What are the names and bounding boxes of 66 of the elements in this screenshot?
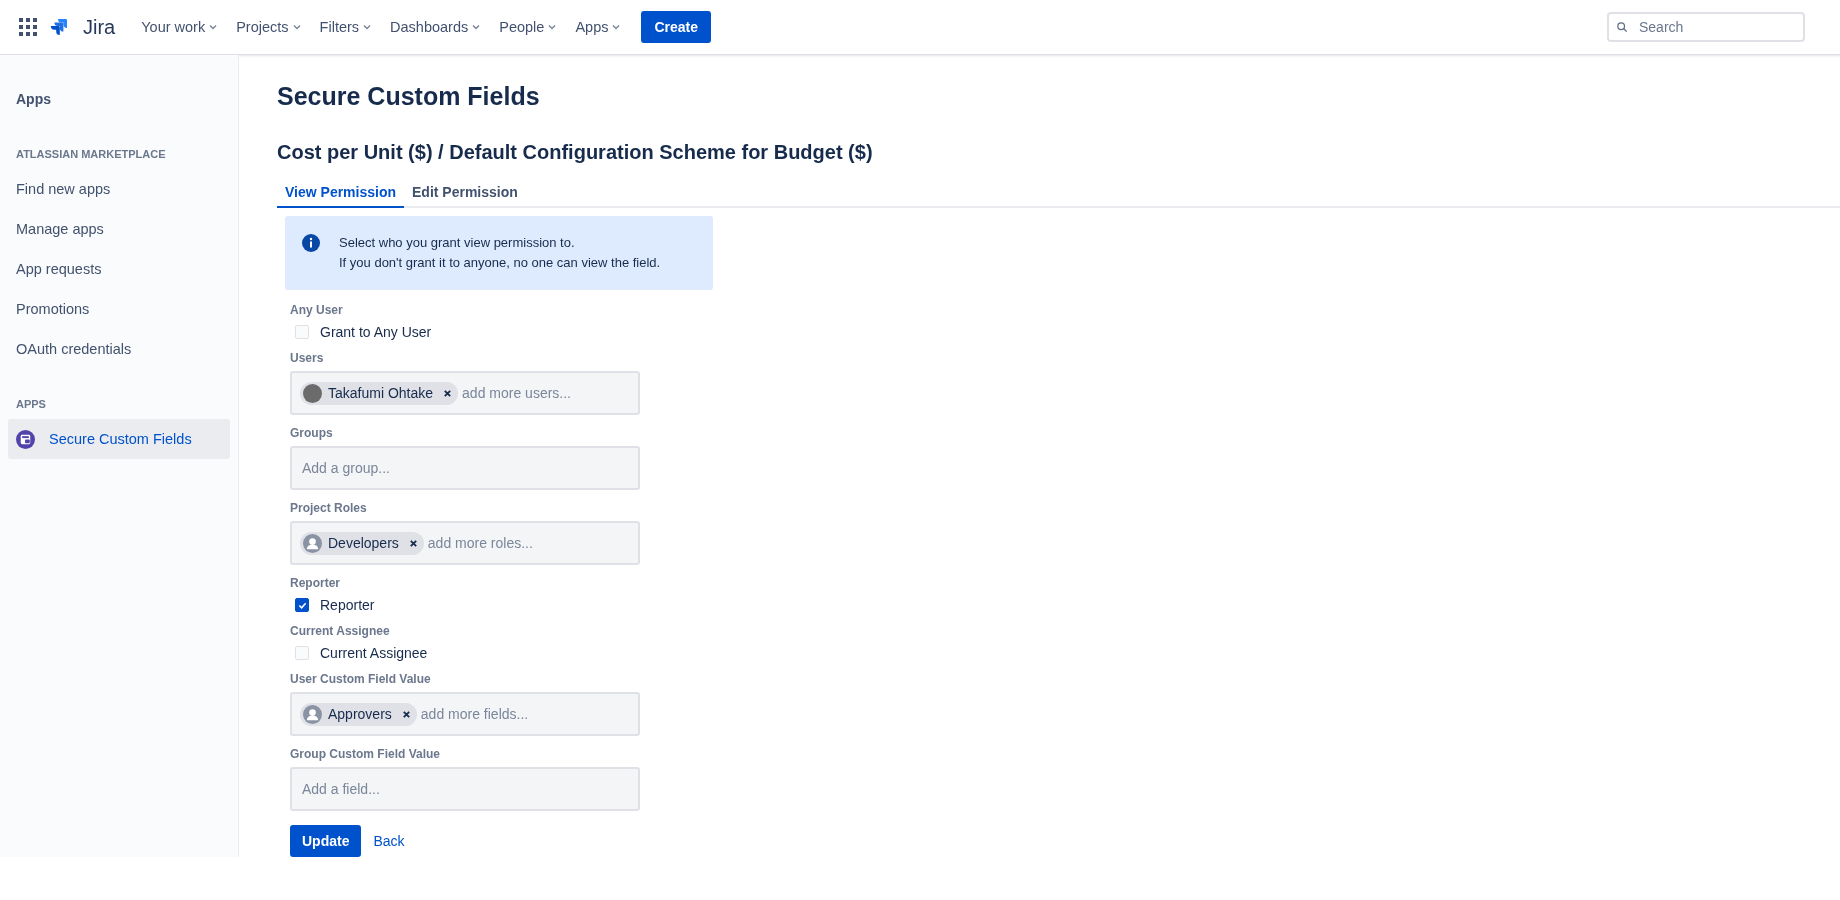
page-title: Secure Custom Fields (277, 82, 541, 111)
field-label: Current Assignee (290, 624, 390, 638)
jira-logo-icon (49, 18, 67, 36)
create-button[interactable]: Create (641, 11, 712, 43)
permission-tab[interactable]: View Permission (277, 177, 404, 208)
tag-text: Approvers (328, 706, 392, 722)
text-input[interactable]: add more users... (460, 384, 630, 402)
picker-field[interactable]: Add a group... (290, 446, 640, 490)
text-input[interactable]: Add a group... (300, 459, 630, 477)
picker-field[interactable]: Takafumi Ohtake add more users... (290, 371, 640, 415)
update-button[interactable]: Update (290, 825, 362, 857)
back-link[interactable]: Back (373, 833, 405, 849)
info-text: If you don't grant it to anyone, no one can view the field. (339, 254, 661, 272)
checkbox[interactable] (295, 598, 309, 612)
remove-icon[interactable] (408, 538, 418, 548)
sidebar-item[interactable]: Manage apps (8, 209, 230, 249)
sidebar-item[interactable]: Secure Custom Fields (8, 419, 230, 459)
remove-icon[interactable] (401, 709, 411, 719)
checkbox-label: Grant to Any User (320, 324, 432, 340)
info-icon (301, 233, 321, 253)
chevron-down-icon (471, 22, 482, 32)
info-text: Select who you grant view permission to. (339, 234, 576, 252)
sidebar-item[interactable]: Find new apps (8, 169, 230, 209)
sidebar-item[interactable]: App requests (8, 249, 230, 289)
sidebar-item[interactable]: OAuth credentials (8, 329, 230, 369)
person-avatar-icon (303, 704, 322, 724)
field-label: Groups (290, 426, 333, 440)
text-input[interactable]: Add a field... (300, 780, 630, 798)
nav-menu-item[interactable]: Projects (230, 13, 308, 41)
person-avatar-icon (303, 533, 322, 553)
field-label: Users (290, 351, 324, 365)
chevron-down-icon (362, 22, 373, 32)
sidebar-heading: ATLASSIAN MARKETPLACE (16, 148, 166, 160)
checkbox-label: Current Assignee (320, 645, 428, 661)
chevron-down-icon (547, 22, 558, 32)
jira-logo-text[interactable]: Jira (83, 15, 116, 39)
field-label: Any User (290, 303, 343, 317)
chevron-down-icon (291, 22, 302, 32)
nav-menu-item[interactable]: Filters (313, 13, 379, 41)
avatar-icon (303, 383, 322, 403)
sidebar-heading: APPS (16, 398, 46, 410)
field-label: Project Roles (290, 501, 367, 515)
search-field[interactable]: Search (1607, 12, 1805, 42)
picker-field[interactable]: Approvers add more fields... (290, 692, 640, 736)
field-label: Group Custom Field Value (290, 747, 441, 761)
picker-field[interactable]: Developers add more roles... (290, 521, 640, 565)
nav-menu-item[interactable]: Dashboards (384, 13, 488, 41)
app-switcher-icon[interactable] (19, 18, 37, 36)
nav-menu-item[interactable]: Your work (135, 13, 225, 41)
tag-text: Developers (328, 535, 399, 551)
text-input[interactable]: add more roles... (425, 534, 630, 552)
checkbox-label: Reporter (320, 597, 375, 613)
field-heading: Cost per Unit ($) / Default Configuration Scheme for Budget ($) (277, 141, 874, 164)
field-label: User Custom Field Value (290, 672, 431, 686)
remove-icon[interactable] (443, 388, 453, 398)
picker-field[interactable]: Add a field... (290, 767, 640, 811)
permission-tab[interactable]: Edit Permission (404, 177, 526, 208)
text-input[interactable]: add more fields... (418, 705, 630, 723)
sidebar-title: Apps (16, 91, 51, 107)
chevron-down-icon (208, 22, 219, 32)
chevron-down-icon (611, 22, 622, 32)
nav-menu-item[interactable]: People (493, 13, 564, 41)
tag-text: Takafumi Ohtake (328, 385, 434, 401)
field-label: Reporter (290, 576, 340, 590)
sidebar-item[interactable]: Promotions (8, 289, 230, 329)
nav-menu-item[interactable]: Apps (569, 13, 628, 41)
